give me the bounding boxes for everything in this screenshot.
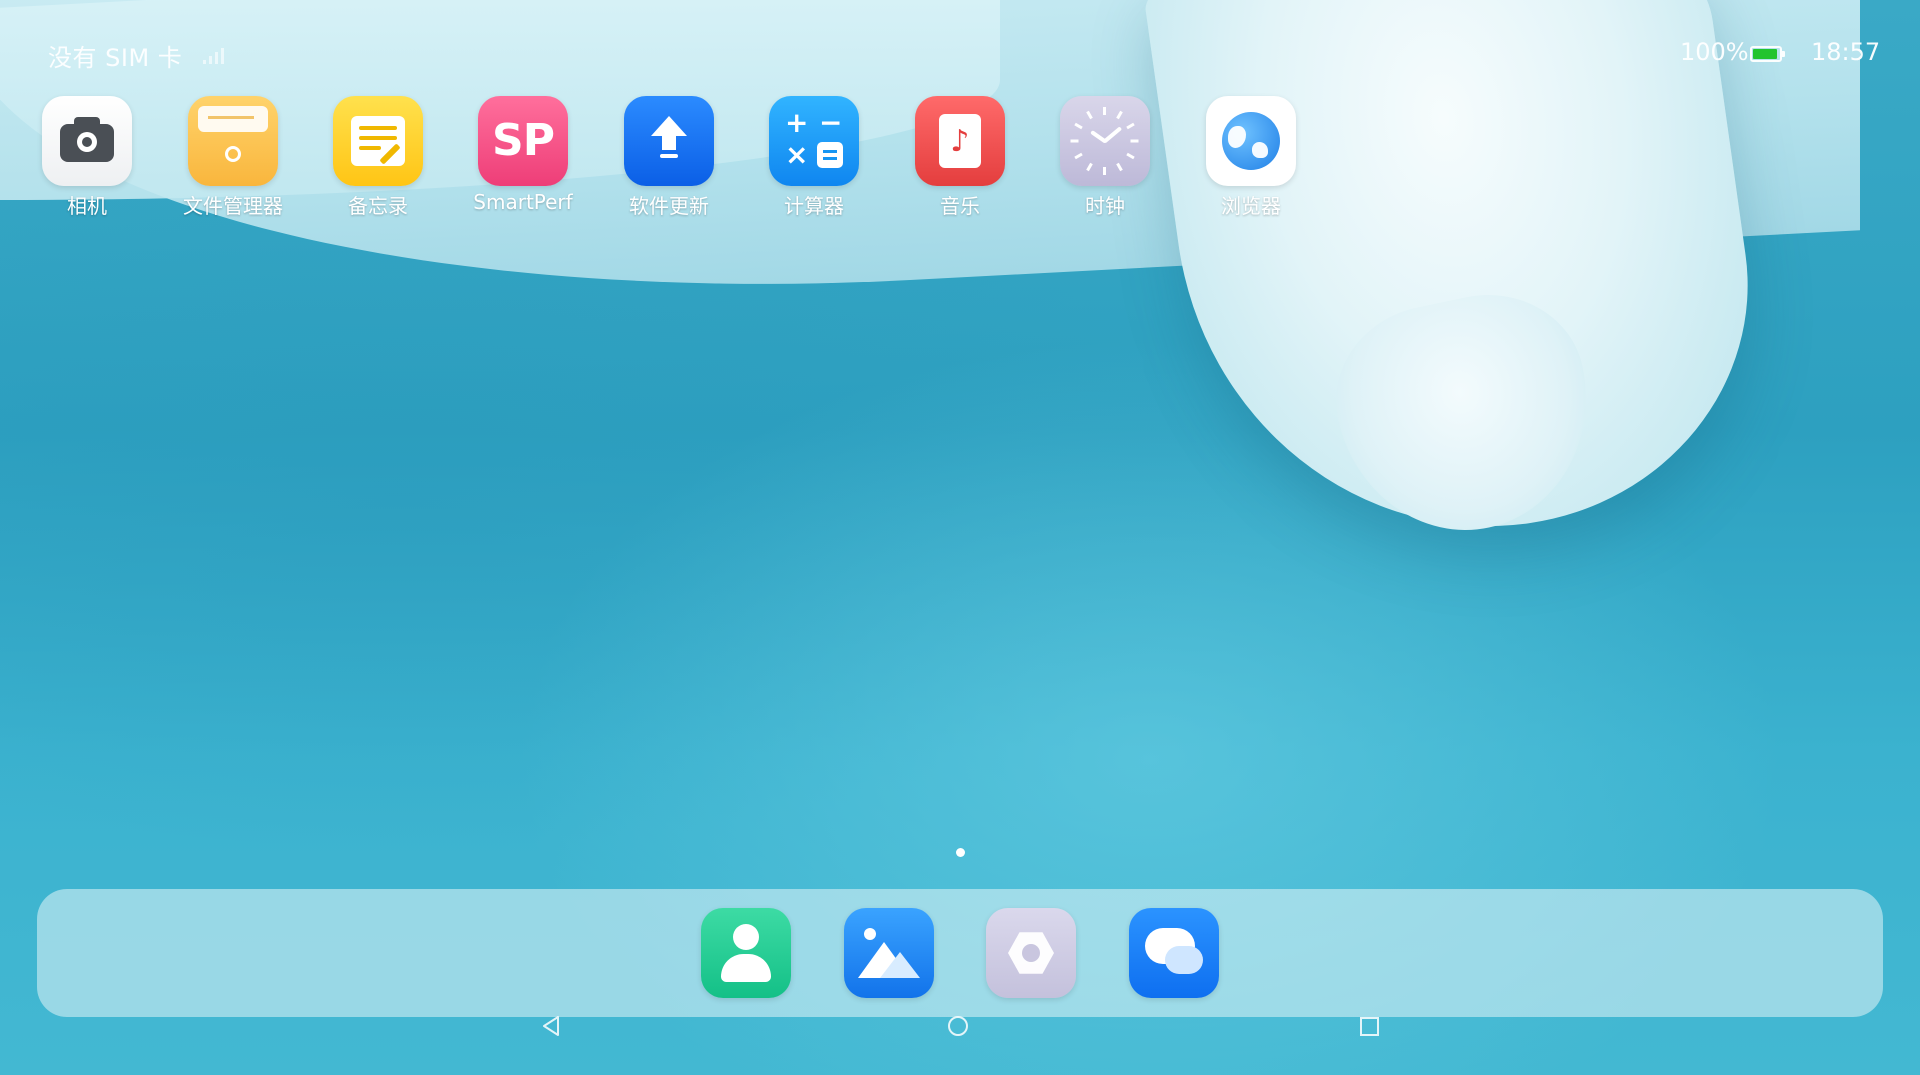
status-time: 18:57	[1811, 38, 1881, 66]
signal-strength-icon	[203, 44, 233, 64]
app-label: 文件管理器	[183, 194, 283, 218]
app-label: 时钟	[1085, 194, 1125, 218]
page-indicator-dot	[956, 848, 965, 857]
app-clock[interactable]: 时钟	[1042, 96, 1168, 226]
app-camera[interactable]: 相机	[24, 96, 150, 226]
battery-nub	[1782, 51, 1785, 57]
folder-icon	[188, 96, 278, 186]
app-browser[interactable]: 浏览器	[1188, 96, 1314, 226]
clock-tick	[1130, 139, 1139, 143]
clock-tick	[1070, 139, 1079, 143]
clock-tick	[1116, 110, 1123, 120]
nav-recents-icon[interactable]	[1360, 1017, 1379, 1036]
app-label: 音乐	[940, 194, 980, 218]
nav-back-icon[interactable]	[541, 1015, 561, 1037]
dock-app-settings[interactable]	[986, 908, 1076, 998]
clock-tick	[1086, 162, 1093, 172]
multiply-symbol: ×	[785, 138, 809, 171]
app-memo[interactable]: 备忘录	[315, 96, 441, 226]
clock-tick	[1103, 167, 1106, 175]
app-smartperf[interactable]: SP SmartPerf	[460, 96, 586, 226]
app-software-update[interactable]: 软件更新	[606, 96, 732, 226]
app-label: 备忘录	[348, 194, 408, 218]
app-calculator[interactable]: + − × 计算器	[751, 96, 877, 226]
dock-app-contacts[interactable]	[701, 908, 791, 998]
app-label: SmartPerf	[473, 190, 573, 214]
upload-arrow-icon	[624, 96, 714, 186]
battery-fill	[1753, 49, 1777, 59]
app-music[interactable]: ♪ 音乐	[897, 96, 1023, 226]
smartperf-icon-text: SP	[492, 115, 555, 166]
clock-tick	[1074, 152, 1083, 160]
clock-tick	[1074, 122, 1083, 130]
clock-tick	[1103, 107, 1106, 115]
minus-symbol: −	[819, 106, 843, 139]
app-label: 浏览器	[1221, 194, 1281, 218]
smartperf-icon: SP	[478, 96, 568, 186]
equals-symbol	[817, 142, 843, 168]
gallery-icon	[864, 928, 876, 940]
clock-icon	[1060, 96, 1150, 186]
dock	[37, 889, 1883, 1017]
app-label: 计算器	[784, 194, 844, 218]
music-note-glyph: ♪	[950, 124, 970, 159]
battery-icon	[1750, 46, 1785, 62]
clock-tick	[1126, 122, 1135, 130]
clock-tick	[1116, 162, 1123, 172]
notepad-icon	[333, 96, 423, 186]
music-note-icon: ♪	[915, 96, 1005, 186]
dock-app-gallery[interactable]	[844, 908, 934, 998]
app-file-manager[interactable]: 文件管理器	[170, 96, 296, 226]
app-label: 相机	[67, 194, 107, 218]
camera-icon	[42, 96, 132, 186]
status-bar: 没有 SIM 卡 100% 18:57	[0, 0, 1920, 100]
calculator-icon: + − ×	[769, 96, 859, 186]
nav-home-icon[interactable]	[948, 1016, 968, 1036]
clock-tick	[1126, 152, 1135, 160]
battery-percent: 100%	[1680, 38, 1749, 66]
dock-app-messages[interactable]	[1129, 908, 1219, 998]
globe-icon	[1206, 96, 1296, 186]
app-label: 软件更新	[629, 194, 709, 218]
sim-status: 没有 SIM 卡	[48, 44, 183, 72]
contacts-icon	[733, 924, 759, 950]
clock-tick	[1086, 110, 1093, 120]
plus-symbol: +	[785, 106, 809, 139]
